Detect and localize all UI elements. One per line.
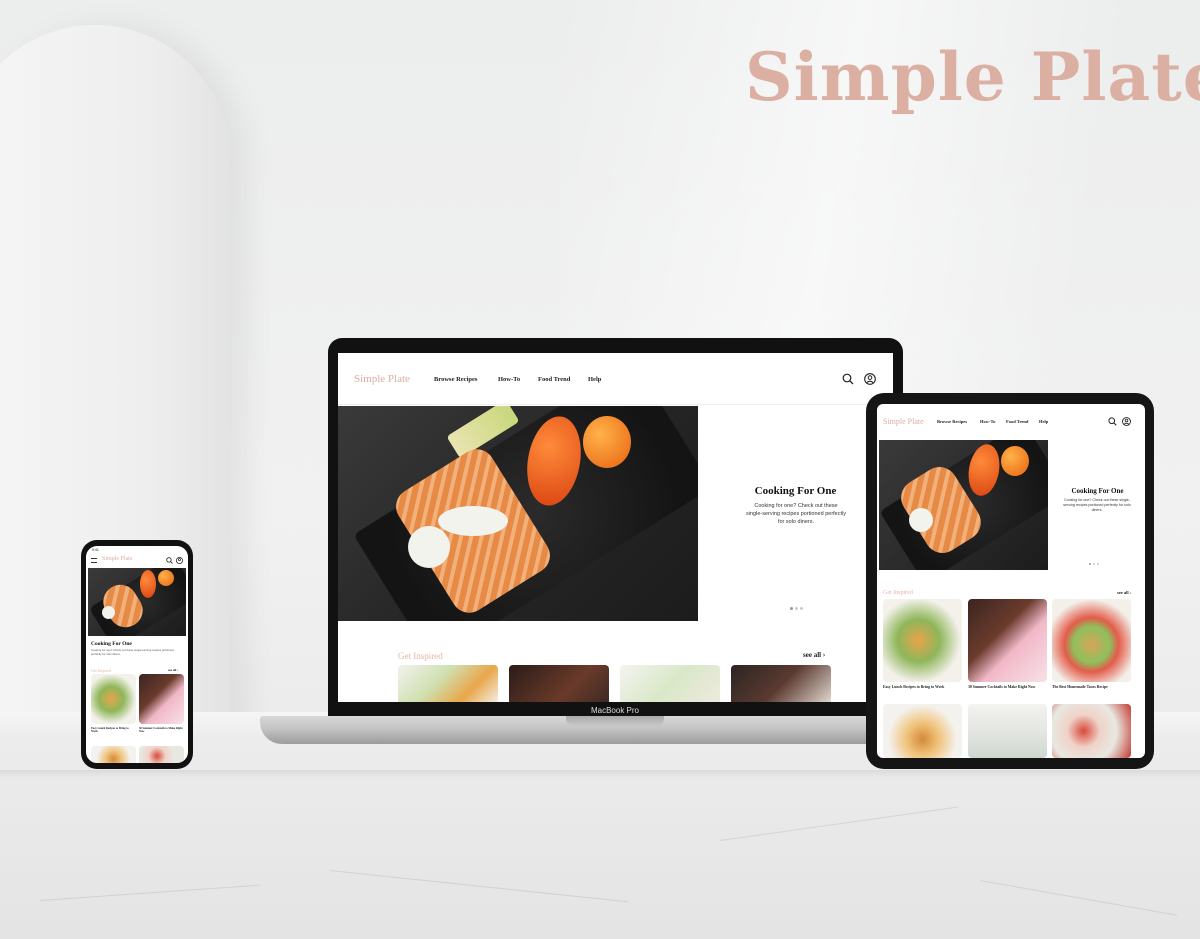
hero-image (338, 406, 698, 621)
nav-help[interactable]: Help (1039, 419, 1048, 424)
card-thumb-kitchen[interactable] (968, 704, 1047, 758)
see-all-label: see all (1117, 590, 1129, 595)
chevron-right-icon: › (1129, 590, 1132, 595)
card-thumb-salad[interactable] (91, 674, 136, 724)
hero-image (879, 440, 1048, 570)
card-thumb-platter[interactable] (1052, 704, 1131, 758)
laptop-screen: Simple Plate Browse Recipes How-To Food … (328, 338, 903, 716)
hero-body: Cooking for one? Check out these single-… (91, 648, 174, 656)
section-title: Get Inspired (883, 590, 913, 596)
phone-website: 9:41 Simple Plate Cooking For One Cookin… (86, 546, 188, 763)
carousel-dot-active[interactable] (1089, 563, 1091, 565)
carousel-dot[interactable] (1093, 563, 1095, 565)
site-logo[interactable]: Simple Plate (354, 373, 410, 385)
section-title: Get Inspired (91, 668, 111, 673)
account-icon[interactable] (1122, 417, 1131, 426)
card-caption[interactable]: Easy Lunch Recipes to Bring to Work (883, 685, 962, 689)
nav-how-to[interactable]: How-To (980, 419, 995, 424)
roasted-pepper (583, 416, 631, 468)
search-icon[interactable] (1108, 417, 1117, 426)
card-thumb-platter[interactable] (139, 746, 184, 763)
card-thumb-salad[interactable] (883, 599, 962, 682)
see-all-link[interactable]: see all › (168, 668, 178, 672)
card-thumb-tacos[interactable] (1052, 599, 1131, 682)
tablet-website: Simple Plate Browse Recipes How-To Food … (877, 404, 1145, 758)
carousel-dot[interactable] (1097, 563, 1099, 565)
sauce (438, 506, 508, 536)
sauce (408, 526, 450, 568)
laptop-website: Simple Plate Browse Recipes How-To Food … (338, 353, 893, 702)
card-thumb-salad[interactable] (398, 665, 498, 702)
laptop-notch (566, 716, 664, 726)
nav-browse-recipes[interactable]: Browse Recipes (937, 419, 967, 424)
nav-how-to[interactable]: How-To (498, 376, 520, 383)
see-all-label: see all (168, 668, 177, 672)
card-caption[interactable]: The Best Homemade Tacos Recipe (1052, 685, 1131, 689)
phone-notch (114, 540, 150, 546)
search-icon[interactable] (842, 373, 854, 385)
hero-title: Cooking For One (1071, 487, 1124, 495)
card-thumb-dessert[interactable] (731, 665, 831, 702)
roasted-pepper (158, 570, 174, 586)
account-icon[interactable] (176, 557, 183, 564)
hero-title: Cooking For One (91, 641, 132, 647)
nav-help[interactable]: Help (588, 376, 601, 383)
sauce (102, 606, 115, 619)
card-caption[interactable]: 30 Summer Cocktails to Make Right Now (968, 685, 1047, 689)
site-logo[interactable]: Simple Plate (883, 417, 924, 426)
card-thumb-tacos[interactable] (620, 665, 720, 702)
status-time: 9:41 (92, 548, 99, 552)
card-thumb-cocktail[interactable] (968, 599, 1047, 682)
card-thumb-pancakes[interactable] (883, 704, 962, 758)
hero-title: Cooking For One (754, 485, 837, 497)
nav-food-trend[interactable]: Food Trend (1006, 419, 1028, 424)
hero-body: Cooking for one? Check out these single-… (1063, 498, 1131, 513)
card-thumb-cocktail[interactable] (139, 674, 184, 724)
card-caption[interactable]: Easy Lunch Recipes to Bring to Work (91, 727, 136, 733)
phone: 9:41 Simple Plate Cooking For One Cookin… (81, 540, 193, 769)
search-icon[interactable] (166, 557, 173, 564)
counter-edge (0, 770, 1200, 778)
hero-image (88, 568, 186, 636)
nav-food-trend[interactable]: Food Trend (538, 376, 570, 383)
account-icon[interactable] (864, 373, 876, 385)
site-header: Simple Plate Browse Recipes How-To Food … (338, 353, 893, 405)
nav-browse-recipes[interactable]: Browse Recipes (434, 376, 477, 383)
menu-icon[interactable] (91, 558, 97, 563)
card-thumb-cocktail[interactable] (509, 665, 609, 702)
section-title: Get Inspired (398, 651, 443, 661)
laptop-label: MacBook Pro (590, 706, 640, 715)
card-caption[interactable]: 30 Summer Cocktails to Make Right Now (139, 727, 184, 733)
see-all-label: see all (803, 651, 822, 659)
carousel-dot-active[interactable] (790, 607, 793, 610)
tablet: Simple Plate Browse Recipes How-To Food … (866, 393, 1154, 769)
brand-title: Simple Plate (745, 38, 1200, 116)
card-thumb-pancakes[interactable] (91, 746, 136, 763)
see-all-link[interactable]: see all › (803, 651, 825, 659)
roasted-pepper (140, 570, 156, 598)
chevron-right-icon: › (177, 668, 179, 672)
carousel-dot[interactable] (800, 607, 803, 610)
site-logo[interactable]: Simple Plate (102, 556, 133, 562)
chevron-right-icon: › (822, 651, 826, 659)
carousel-dot[interactable] (795, 607, 798, 610)
sauce (909, 508, 933, 532)
hero-body: Cooking for one? Check out these single-… (746, 503, 846, 525)
see-all-link[interactable]: see all › (1117, 590, 1131, 595)
roasted-pepper (1001, 446, 1029, 476)
